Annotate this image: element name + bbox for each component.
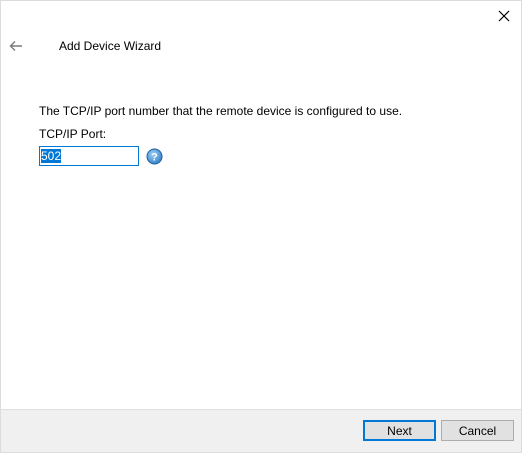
port-description: The TCP/IP port number that the remote d… <box>39 104 403 118</box>
wizard-window: Add Device Wizard The TCP/IP port number… <box>0 0 522 453</box>
footer-bar: Next Cancel <box>1 409 521 452</box>
help-icon[interactable]: ? <box>146 148 163 165</box>
port-input[interactable] <box>39 146 139 166</box>
cancel-button[interactable]: Cancel <box>441 420 514 441</box>
port-label: TCP/IP Port: <box>39 127 107 141</box>
close-icon <box>498 10 510 22</box>
svg-text:?: ? <box>151 152 158 164</box>
back-arrow-icon <box>9 41 22 51</box>
back-button[interactable] <box>5 35 27 57</box>
wizard-title: Add Device Wizard <box>59 39 162 53</box>
close-button[interactable] <box>493 5 515 27</box>
next-button[interactable]: Next <box>363 420 436 441</box>
